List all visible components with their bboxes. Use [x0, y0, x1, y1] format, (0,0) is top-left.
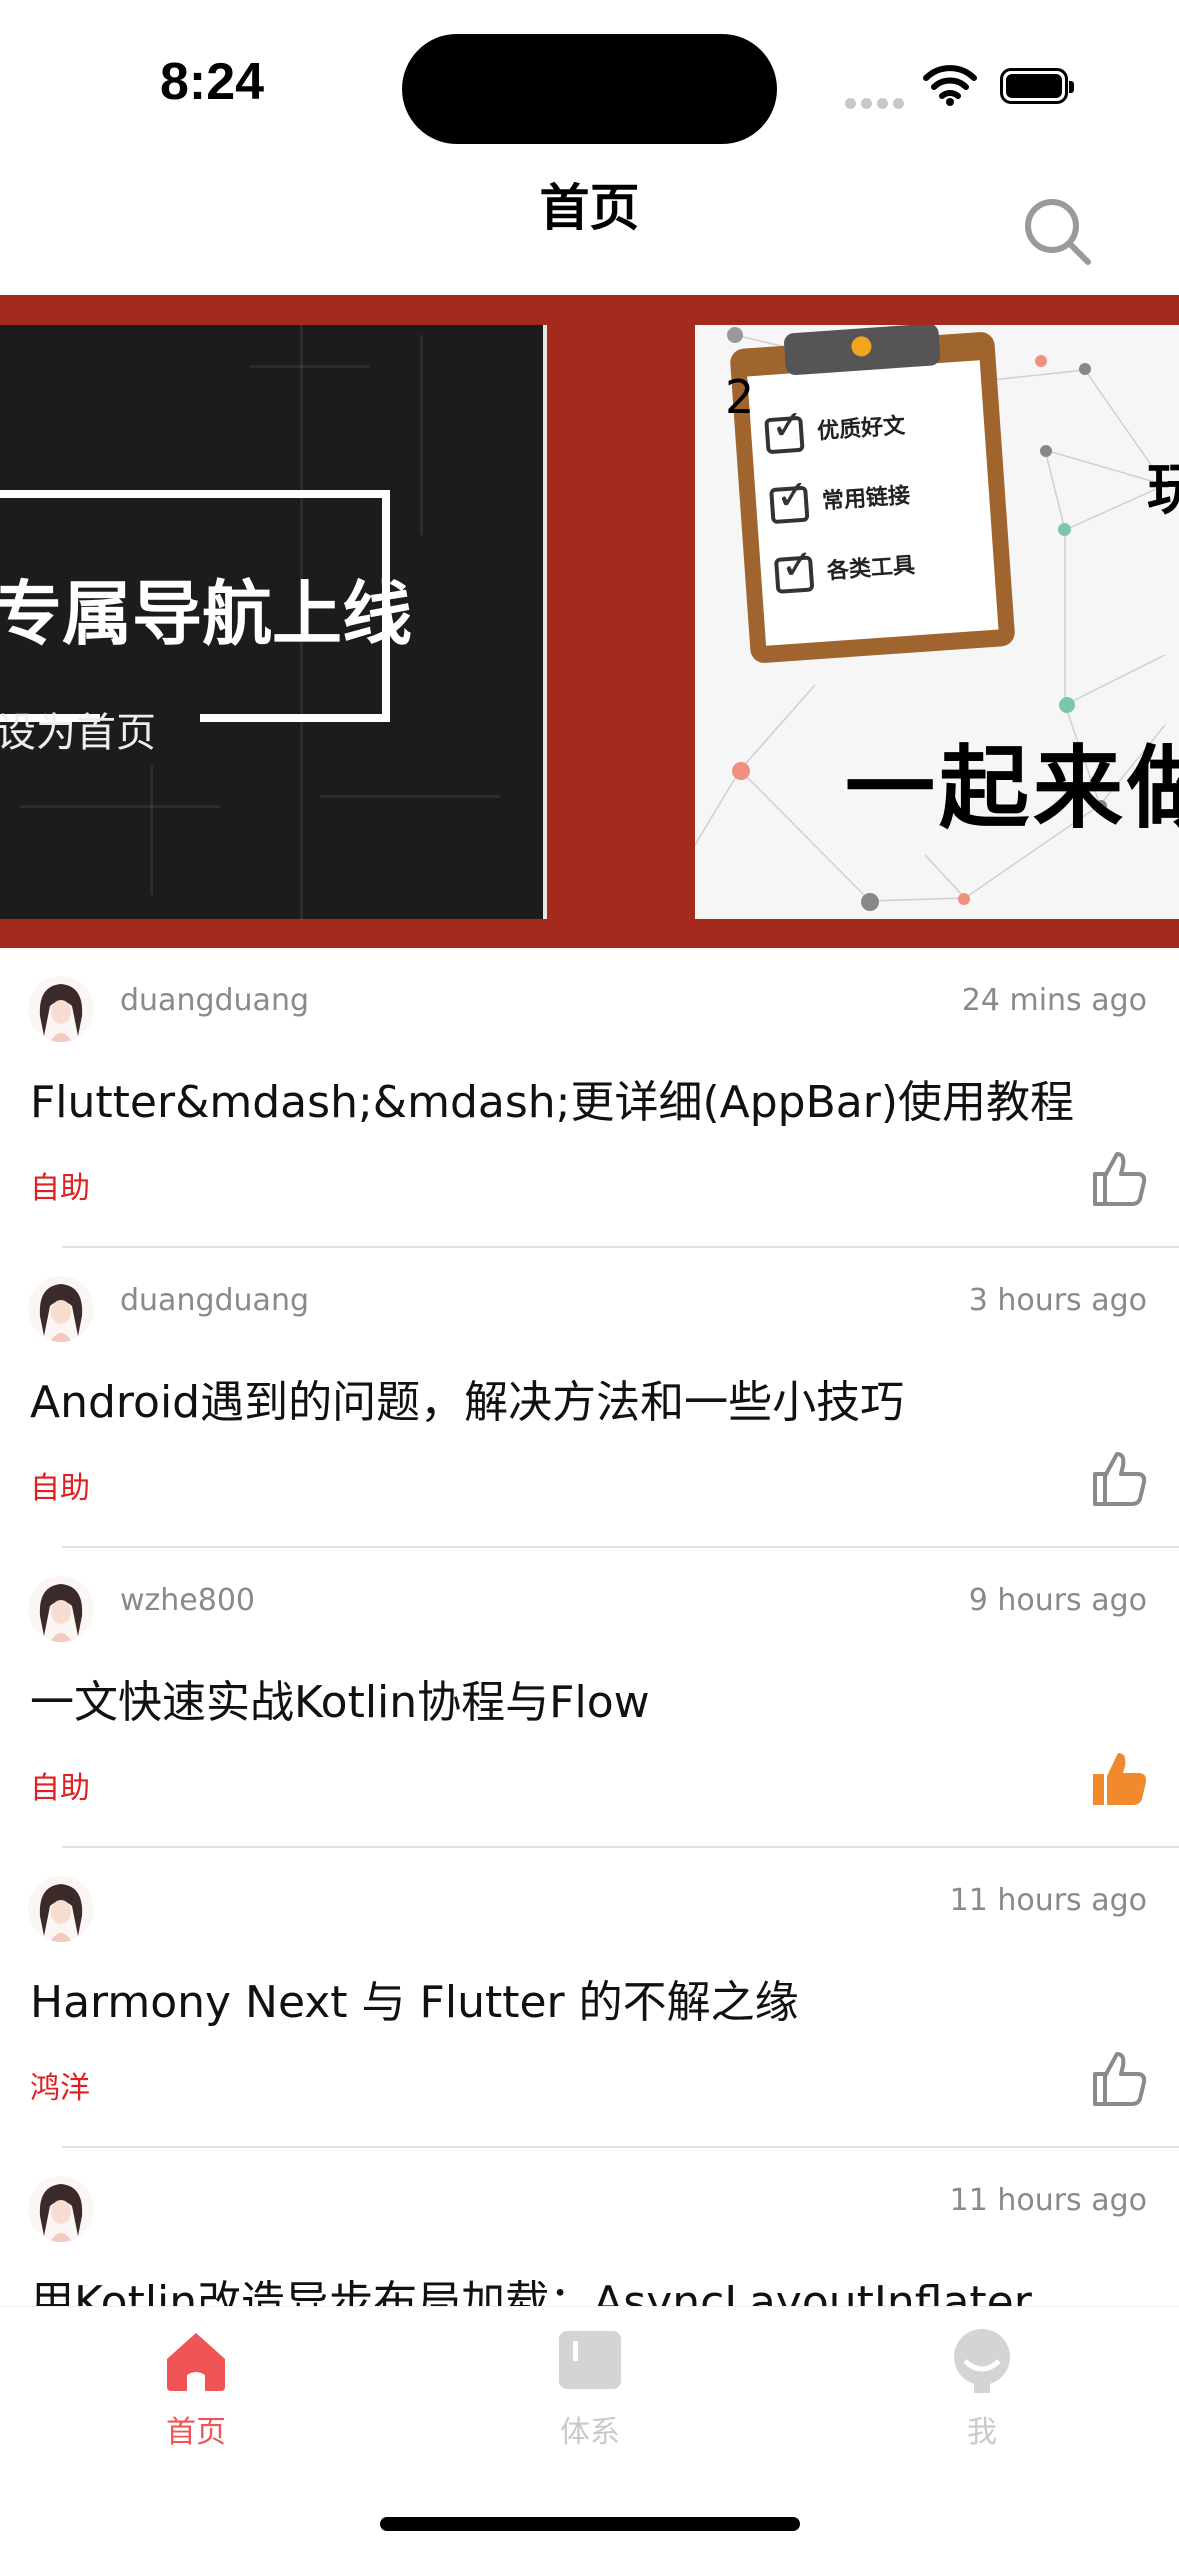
checklist-item: 优质好文	[816, 413, 906, 445]
banner-headline: 专属导航上线	[0, 573, 412, 655]
article-author: duangduang	[120, 1283, 309, 1318]
article-list: duangduang 24 mins ago Flutter&mdash;&mdas…	[0, 948, 1179, 2448]
article-list-item[interactable]: wzhe800 9 hours ago 一文快速实战Kotlin协程与Flow 自助	[0, 1548, 1179, 1848]
status-bar: 8:24	[0, 0, 1179, 150]
banner-slogan: 一起来做	[845, 736, 1179, 841]
status-time: 8:24	[160, 53, 265, 111]
wifi-icon	[923, 65, 977, 106]
home-indicator	[380, 2517, 800, 2531]
article-list-item[interactable]: duangduang 24 mins ago Flutter&mdash;&mdas…	[0, 948, 1179, 1248]
article-time: 24 mins ago	[961, 983, 1147, 1018]
tab-me[interactable]: 我	[882, 2325, 1082, 2451]
like-thumb-icon[interactable]	[1089, 1748, 1149, 1808]
article-title[interactable]: 一文快速实战Kotlin协程与Flow	[30, 1666, 650, 1730]
banner-carousel[interactable]: 专属导航上线 设为首页 ✓优质好文 ✓常用链接 ✓各类工具 2 玩 一起来做	[0, 295, 1179, 948]
page-title: 首页	[539, 179, 640, 237]
dynamic-island	[402, 34, 777, 144]
article-tag[interactable]: 鸿洋	[30, 2063, 90, 2107]
clipboard-illustration: 优质好文 常用链接 各类工具	[729, 325, 1016, 664]
battery-icon	[1000, 68, 1074, 104]
banner-subtext: 设为首页	[0, 710, 156, 756]
like-thumb-icon[interactable]	[1089, 1148, 1149, 1208]
checklist-item: 各类工具	[826, 553, 916, 585]
tab-system[interactable]: 体系	[490, 2325, 690, 2451]
app-header: 首页	[0, 150, 1179, 295]
like-thumb-icon[interactable]	[1089, 2048, 1149, 2108]
article-tag[interactable]: 自助	[30, 1463, 90, 1507]
article-author: wzhe800	[120, 1583, 256, 1618]
article-time: 3 hours ago	[968, 1283, 1147, 1318]
tab-label: 体系	[560, 2415, 620, 2450]
cellular-signal-icon	[845, 94, 909, 113]
article-title[interactable]: Flutter&mdash;&mdash;更详细(AppBar)使用教程	[30, 1066, 1074, 1130]
article-tag[interactable]: 自助	[30, 1163, 90, 1207]
article-time: 11 hours ago	[949, 2183, 1147, 2218]
article-time: 11 hours ago	[949, 1883, 1147, 1918]
avatar[interactable]	[28, 2176, 94, 2242]
article-tag[interactable]: 自助	[30, 1763, 90, 1807]
profile-icon	[954, 2329, 1010, 2393]
article-author: duangduang	[120, 983, 309, 1018]
banner-index: 2	[725, 370, 755, 424]
home-icon	[167, 2333, 225, 2391]
tab-label: 首页	[166, 2415, 226, 2450]
avatar[interactable]	[28, 1276, 94, 1342]
avatar[interactable]	[28, 976, 94, 1042]
avatar[interactable]	[28, 1876, 94, 1942]
banner-side-text: 玩	[1147, 457, 1179, 523]
banner-slide-navigation[interactable]: 专属导航上线 设为首页	[0, 325, 547, 919]
book-icon	[559, 2331, 621, 2389]
article-title[interactable]: Android遇到的问题，解决方法和一些小技巧	[30, 1366, 904, 1430]
tab-label: 我	[967, 2415, 997, 2450]
article-list-item[interactable]: duangduang 3 hours ago Android遇到的问题，解决方法和一…	[0, 1248, 1179, 1548]
search-icon[interactable]	[1018, 192, 1098, 272]
tab-home[interactable]: 首页	[96, 2325, 296, 2451]
article-time: 9 hours ago	[968, 1583, 1147, 1618]
checklist-item: 常用链接	[821, 483, 911, 515]
article-title[interactable]: Harmony Next 与 Flutter 的不解之缘	[30, 1966, 799, 2030]
like-thumb-icon[interactable]	[1089, 1448, 1149, 1508]
article-list-item[interactable]: 11 hours ago Harmony Next 与 Flutter 的不解之缘…	[0, 1848, 1179, 2148]
avatar[interactable]	[28, 1576, 94, 1642]
banner-slide-checklist[interactable]: 优质好文 常用链接 各类工具 2 玩 一起来做	[695, 325, 1179, 919]
